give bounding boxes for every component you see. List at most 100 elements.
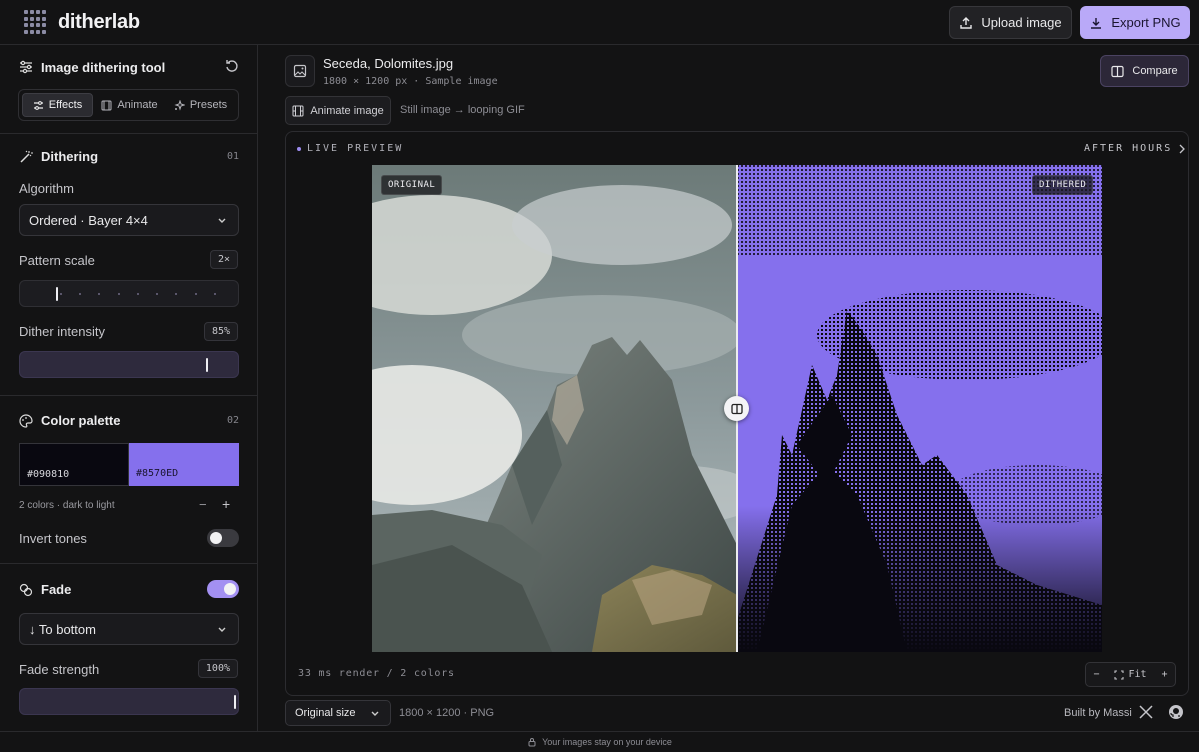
- divider: [0, 133, 258, 134]
- divider: [0, 563, 258, 564]
- file-icon-button[interactable]: [285, 55, 315, 87]
- tab-effects[interactable]: Effects: [22, 93, 93, 117]
- intensity-label: Dither intensity: [19, 324, 105, 339]
- pattern-scale-label: Pattern scale: [19, 253, 95, 268]
- dithering-section-title: Dithering 01: [19, 149, 239, 164]
- palette-caption: 2 colors · dark to light: [19, 500, 115, 511]
- palette-title: Color palette: [41, 413, 121, 428]
- fade-title: Fade: [41, 582, 72, 597]
- fade-strength-value: 100%: [197, 659, 238, 678]
- columns-icon: [1111, 65, 1124, 77]
- preset-link[interactable]: AFTER HOURS: [1084, 143, 1186, 154]
- lock-icon: [528, 738, 536, 747]
- fade-direction-value: ↓ To bottom: [29, 621, 96, 637]
- slider-thumb[interactable]: [206, 358, 208, 372]
- fade-icon: [19, 583, 33, 596]
- zoom-in-button[interactable]: +: [1161, 669, 1167, 680]
- tab-presets-label: Presets: [189, 99, 228, 111]
- dithering-title: Dithering: [41, 149, 99, 164]
- preset-name: AFTER HOURS: [1084, 143, 1173, 154]
- section-number: 02: [226, 415, 239, 426]
- reset-icon[interactable]: [225, 59, 239, 73]
- toggle-thumb: [210, 532, 222, 544]
- live-preview-indicator: LIVE PREVIEW: [297, 143, 403, 154]
- chevron-down-icon: [218, 627, 226, 632]
- compare-handle[interactable]: [724, 396, 749, 421]
- section-number: 01: [226, 151, 239, 162]
- upload-label: Upload image: [981, 15, 1062, 30]
- compare-button[interactable]: Compare: [1100, 55, 1189, 87]
- sidebar-title: Image dithering tool: [41, 59, 166, 75]
- palette-swatch-light[interactable]: #8570ED: [129, 443, 239, 486]
- fade-toggle[interactable]: [207, 580, 239, 598]
- chevron-right-icon: [1179, 144, 1186, 153]
- invert-tones-toggle[interactable]: [207, 529, 239, 547]
- sidebar-tabs: Effects Animate Presets: [18, 89, 239, 121]
- chevron-down-icon: [218, 218, 226, 223]
- github-icon[interactable]: [1168, 704, 1184, 720]
- sparkle-icon: [174, 99, 185, 111]
- logo-grid-icon: [24, 10, 48, 34]
- fade-strength-label: Fade strength: [19, 662, 100, 677]
- sidebar-header: Image dithering tool: [19, 59, 239, 75]
- fade-direction-select[interactable]: ↓ To bottom: [19, 613, 239, 645]
- animate-label: Animate image: [310, 104, 384, 117]
- original-image: ORIGINAL: [372, 165, 737, 652]
- fade-section-title: Fade: [19, 582, 239, 597]
- dithered-tag: DITHERED: [1032, 175, 1094, 195]
- animate-image-button[interactable]: Animate image: [285, 96, 391, 125]
- footer: Your images stay on your device: [0, 731, 1199, 752]
- algorithm-value: Ordered · Bayer 4×4: [29, 212, 148, 228]
- export-size-select[interactable]: Original size: [285, 700, 391, 726]
- live-preview-label: LIVE PREVIEW: [307, 143, 404, 154]
- intensity-slider[interactable]: [19, 351, 239, 378]
- zoom-out-button[interactable]: −: [1093, 669, 1099, 680]
- invert-tones-label: Invert tones: [19, 531, 87, 546]
- export-size-info: 1800 × 1200 · PNG: [399, 707, 495, 719]
- export-label: Export PNG: [1111, 15, 1181, 30]
- upload-icon: [960, 16, 973, 29]
- chevron-down-icon: [371, 711, 379, 716]
- zoom-fit-button[interactable]: Fit: [1114, 669, 1147, 680]
- slider-thumb[interactable]: [56, 287, 58, 301]
- upload-image-button[interactable]: Upload image: [949, 6, 1072, 39]
- fade-strength-slider[interactable]: [19, 688, 239, 715]
- logo[interactable]: ditherlab: [24, 10, 140, 34]
- export-png-button[interactable]: Export PNG: [1080, 6, 1190, 39]
- sidebar: Image dithering tool Effects Animate Pre…: [0, 45, 258, 731]
- tab-effects-label: Effects: [48, 99, 83, 111]
- tab-animate-label: Animate: [117, 99, 158, 111]
- film-icon: [292, 105, 304, 116]
- columns-icon: [730, 403, 743, 414]
- toggle-thumb: [224, 583, 236, 595]
- dithered-image: DITHERED: [737, 165, 1102, 652]
- pattern-scale-slider[interactable]: [19, 280, 239, 307]
- file-meta: 1800 × 1200 px · Sample image: [323, 76, 498, 87]
- tab-animate[interactable]: Animate: [95, 93, 164, 117]
- live-dot-icon: [297, 146, 301, 151]
- file-name: Seceda, Dolomites.jpg: [323, 56, 454, 71]
- divider: [0, 395, 258, 396]
- slider-thumb[interactable]: [234, 695, 236, 709]
- remove-color-button[interactable]: −: [199, 497, 207, 512]
- add-color-button[interactable]: +: [222, 496, 230, 512]
- zoom-controls: − Fit +: [1085, 662, 1176, 687]
- palette-swatch-dark[interactable]: #090810: [19, 443, 129, 486]
- privacy-note: Your images stay on your device: [542, 737, 672, 747]
- zoom-fit-label: Fit: [1128, 669, 1147, 680]
- built-by[interactable]: Built by Massi: [1064, 707, 1132, 719]
- tune-icon: [20, 60, 32, 74]
- image-edit-icon: [293, 64, 307, 78]
- top-bar: ditherlab Upload image Export PNG: [0, 0, 1199, 45]
- algorithm-select[interactable]: Ordered · Bayer 4×4: [19, 204, 239, 236]
- x-twitter-icon[interactable]: [1139, 705, 1153, 719]
- palette-icon: [19, 413, 33, 428]
- film-icon: [101, 100, 112, 110]
- tab-presets[interactable]: Presets: [166, 93, 235, 117]
- algorithm-label: Algorithm: [19, 181, 74, 196]
- app-name: ditherlab: [58, 10, 140, 33]
- animate-hint: Still image → looping GIF: [400, 104, 525, 116]
- original-tag: ORIGINAL: [381, 175, 443, 195]
- render-info: 33 ms render / 2 colors: [298, 668, 455, 679]
- sliders-icon: [33, 100, 43, 110]
